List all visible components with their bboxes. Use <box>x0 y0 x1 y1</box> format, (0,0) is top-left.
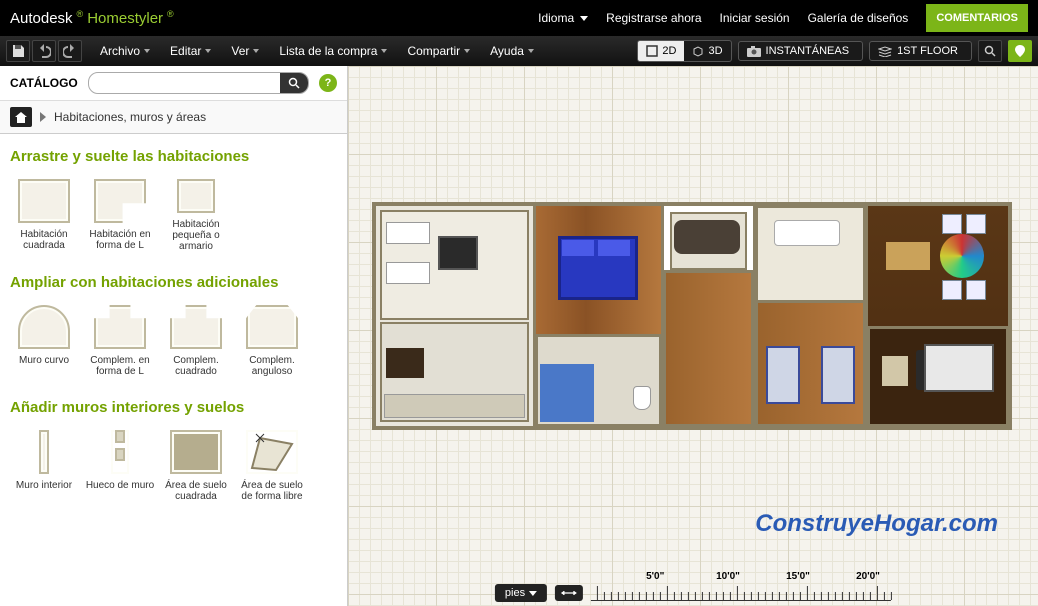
menu-items: Archivo Editar Ver Lista de la compra Co… <box>90 38 544 64</box>
menu-compartir[interactable]: Compartir <box>397 38 480 64</box>
menu-ver[interactable]: Ver <box>221 38 269 64</box>
watermark: ConstruyeHogar.com <box>755 510 998 538</box>
menu-archivo[interactable]: Archivo <box>90 38 160 64</box>
design-canvas[interactable]: ConstruyeHogar.com pies 5'0" 10'0" 15'0"… <box>348 66 1038 606</box>
units-button[interactable]: pies <box>495 584 547 602</box>
tile-complem-angled[interactable]: Complem. anguloso <box>234 301 310 381</box>
chevron-down-icon <box>580 16 588 21</box>
mode-2d-button[interactable]: 2D <box>638 41 684 61</box>
tile-l-room[interactable]: Habitación en forma de L <box>82 175 158 256</box>
reg-mark-2: ® <box>167 9 174 19</box>
menu-ayuda[interactable]: Ayuda <box>480 38 544 64</box>
room-office-master[interactable] <box>868 206 1008 426</box>
language-menu[interactable]: Idioma <box>538 11 588 25</box>
comments-button[interactable]: COMENTARIOS <box>926 4 1028 32</box>
bottom-ruler: pies 5'0" 10'0" 15'0" 20'0" <box>495 580 891 606</box>
topbar-right: Idioma Registrarse ahora Iniciar sesión … <box>538 4 1028 32</box>
sidebar: CATÁLOGO ? Habitaciones, muros y áreas A… <box>0 66 348 606</box>
redo-button[interactable] <box>58 40 82 62</box>
chevron-down-icon <box>529 591 537 596</box>
top-bar: Autodesk® Homestyler® Idioma Registrarse… <box>0 0 1038 36</box>
search-button[interactable] <box>280 73 308 93</box>
tile-small-room[interactable]: Habitación pequeña o armario <box>158 175 234 256</box>
menu-editar[interactable]: Editar <box>160 38 221 64</box>
reg-mark-1: ® <box>77 9 84 19</box>
search-icon-button[interactable] <box>978 40 1002 62</box>
chevron-down-icon <box>381 49 387 53</box>
section-extend-tiles: Muro curvo Complem. en forma de L Comple… <box>0 297 347 385</box>
locate-icon-button[interactable] <box>1008 40 1032 62</box>
floorplan[interactable] <box>372 202 1012 430</box>
breadcrumb: Habitaciones, muros y áreas <box>0 101 347 134</box>
tile-square-room[interactable]: Habitación cuadrada <box>6 175 82 256</box>
ruler-scale: 5'0" 10'0" 15'0" 20'0" <box>591 585 891 601</box>
tile-floor-freeform[interactable]: Área de suelo de forma libre <box>234 426 310 506</box>
room-bedroom-1[interactable] <box>536 206 664 426</box>
search-input[interactable] <box>89 77 280 89</box>
room-living-kitchen[interactable] <box>376 206 536 426</box>
measure-icon-button[interactable] <box>555 585 583 601</box>
undo-button[interactable] <box>32 40 56 62</box>
brand-homestyler: Homestyler <box>87 10 163 27</box>
breadcrumb-label: Habitaciones, muros y áreas <box>54 110 206 124</box>
brand: Autodesk® Homestyler® <box>10 10 174 27</box>
chevron-right-icon <box>40 112 46 122</box>
snapshots-button[interactable]: INSTANTÁNEAS <box>738 41 864 61</box>
section-walls-tiles: Muro interior Hueco de muro Área de suel… <box>0 422 347 510</box>
save-icon-button[interactable] <box>6 40 30 62</box>
section-drag-title: Arrastre y suelte las habitaciones <box>0 134 347 171</box>
view-mode-toggle: 2D 3D <box>637 40 731 62</box>
chevron-down-icon <box>528 49 534 53</box>
tile-wall-opening[interactable]: Hueco de muro <box>82 426 158 506</box>
gallery-link[interactable]: Galería de diseños <box>808 11 909 25</box>
tile-complem-l[interactable]: Complem. en forma de L <box>82 301 158 381</box>
language-label: Idioma <box>538 11 574 25</box>
menubar-right: 2D 3D INSTANTÁNEAS 1ST FLOOR <box>637 40 1032 62</box>
help-icon[interactable]: ? <box>319 74 337 92</box>
mode-3d-button[interactable]: 3D <box>684 41 730 61</box>
section-walls-title: Añadir muros interiores y suelos <box>0 385 347 422</box>
chevron-down-icon <box>205 49 211 53</box>
catalog-header: CATÁLOGO ? <box>0 66 347 101</box>
room-bath-hall[interactable] <box>664 206 756 426</box>
tile-interior-wall[interactable]: Muro interior <box>6 426 82 506</box>
login-link[interactable]: Iniciar sesión <box>720 11 790 25</box>
catalog-label: CATÁLOGO <box>10 76 78 90</box>
home-button[interactable] <box>10 107 32 127</box>
section-drag-tiles: Habitación cuadrada Habitación en forma … <box>0 171 347 260</box>
tile-complem-square[interactable]: Complem. cuadrado <box>158 301 234 381</box>
floor-selector[interactable]: 1ST FLOOR <box>869 41 972 61</box>
brand-autodesk: Autodesk <box>10 10 73 27</box>
tile-floor-square[interactable]: Área de suelo cuadrada <box>158 426 234 506</box>
menu-bar: Archivo Editar Ver Lista de la compra Co… <box>0 36 1038 66</box>
register-link[interactable]: Registrarse ahora <box>606 11 701 25</box>
chevron-down-icon <box>144 49 150 53</box>
section-extend-title: Ampliar con habitaciones adicionales <box>0 260 347 297</box>
menu-lista[interactable]: Lista de la compra <box>269 38 397 64</box>
chevron-down-icon <box>253 49 259 53</box>
chevron-down-icon <box>464 49 470 53</box>
room-lounge-twin[interactable] <box>756 206 868 426</box>
tile-curved-wall[interactable]: Muro curvo <box>6 301 82 381</box>
catalog-search <box>88 72 309 94</box>
